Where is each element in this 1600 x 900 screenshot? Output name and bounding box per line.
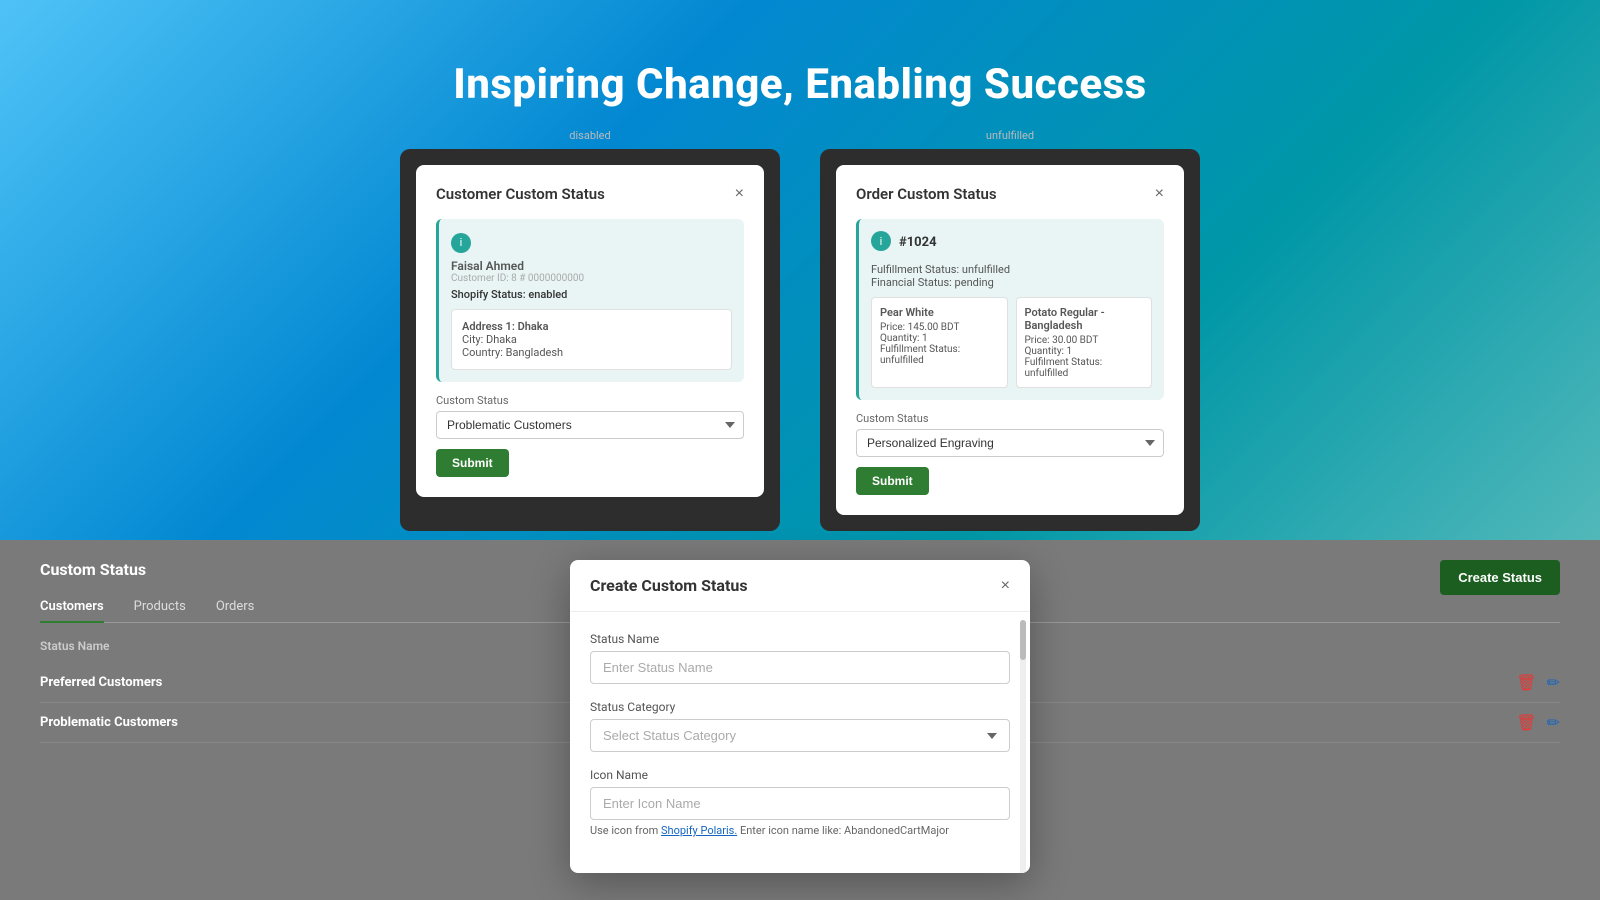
order-info-icon: i [871, 231, 891, 251]
customer-modal-inner: Customer Custom Status × i Faisal Ahmed … [416, 165, 764, 497]
order-modal-card: unfulfilled Order Custom Status × i #102… [820, 149, 1200, 531]
order-item-1: Pear White Price: 145.00 BDT Quantity: 1… [871, 297, 1008, 388]
order-number: #1024 [899, 235, 937, 250]
scrollbar [1020, 620, 1026, 873]
customer-custom-status-label: Custom Status [436, 394, 744, 407]
scroll-thumb [1020, 620, 1026, 660]
order-item-2-fulfillment: Fulfilment Status: unfulfilled [1025, 357, 1144, 379]
order-modal-close-button[interactable]: × [1155, 185, 1164, 203]
order-item-2-qty: Quantity: 1 [1025, 346, 1144, 357]
bottom-inner: Custom Status Create Status Customers Pr… [0, 540, 1600, 900]
customer-address-box: Address 1: Dhaka City: Dhaka Country: Ba… [451, 309, 732, 370]
order-financial-status: Financial Status: pending [871, 276, 1152, 289]
icon-name-input[interactable] [590, 787, 1010, 820]
bottom-section: Custom Status Create Status Customers Pr… [0, 540, 1600, 900]
address-city: City: Dhaka [462, 333, 721, 346]
customer-modal-bg-label: disabled [569, 129, 610, 142]
status-name-group: Status Name [590, 632, 1010, 684]
icon-name-group: Icon Name Use icon from Shopify Polaris.… [590, 768, 1010, 837]
order-fulfillment-status: Fulfillment Status: unfulfilled [871, 263, 1152, 276]
address-title: Address 1: Dhaka [462, 320, 721, 333]
create-modal-close-button[interactable]: × [1001, 577, 1010, 595]
cards-row: disabled Customer Custom Status × i Fais… [0, 149, 1600, 531]
icon-hint-suffix: Enter icon name like: AbandonedCartMajor [740, 824, 949, 837]
shopify-polaris-link[interactable]: Shopify Polaris. [661, 824, 737, 837]
order-item-2-name: Potato Regular - Bangladesh [1025, 306, 1144, 332]
create-modal-overlay: Create Custom Status × Status Name Statu… [0, 540, 1600, 900]
customer-name: Faisal Ahmed [451, 259, 732, 273]
status-category-select[interactable]: Select Status Category [590, 719, 1010, 752]
status-category-group: Status Category Select Status Category [590, 700, 1010, 752]
customer-modal-title: Customer Custom Status [436, 185, 605, 203]
customer-info-icon: i [451, 233, 471, 253]
order-item-2-price: Price: 30.00 BDT [1025, 335, 1144, 346]
customer-modal-header: Customer Custom Status × [436, 185, 744, 203]
icon-hint-prefix: Use icon from [590, 824, 658, 837]
order-item-1-qty: Quantity: 1 [880, 333, 999, 344]
order-modal-inner: Order Custom Status × i #1024 Fulfillmen… [836, 165, 1184, 515]
create-modal-header: Create Custom Status × [570, 560, 1030, 612]
address-country: Country: Bangladesh [462, 346, 721, 359]
customer-id: Customer ID: 8 # 0000000000 [451, 273, 732, 284]
create-modal-body: Status Name Status Category Select Statu… [570, 612, 1030, 873]
order-item-1-price: Price: 145.00 BDT [880, 322, 999, 333]
create-modal: Create Custom Status × Status Name Statu… [570, 560, 1030, 873]
status-category-label: Status Category [590, 700, 1010, 714]
status-name-input[interactable] [590, 651, 1010, 684]
customer-info-box: i Faisal Ahmed Customer ID: 8 # 00000000… [436, 219, 744, 382]
customer-custom-status-select[interactable]: Problematic Customers [436, 411, 744, 439]
icon-hint: Use icon from Shopify Polaris. Enter ico… [590, 824, 1010, 837]
order-info-box: i #1024 Fulfillment Status: unfulfilled … [856, 219, 1164, 400]
customer-modal-close-button[interactable]: × [735, 185, 744, 203]
shopify-status: Shopify Status: enabled [451, 288, 732, 301]
order-item-1-fulfillment: Fulfillment Status: unfulfilled [880, 344, 999, 366]
order-modal-title: Order Custom Status [856, 185, 997, 203]
icon-name-label: Icon Name [590, 768, 1010, 782]
customer-modal-card: disabled Customer Custom Status × i Fais… [400, 149, 780, 531]
order-items-row: Pear White Price: 145.00 BDT Quantity: 1… [871, 297, 1152, 388]
order-custom-status-select[interactable]: Personalized Engraving [856, 429, 1164, 457]
create-modal-title: Create Custom Status [590, 576, 748, 595]
order-submit-button[interactable]: Submit [856, 467, 929, 495]
order-modal-header: Order Custom Status × [856, 185, 1164, 203]
order-modal-bg-label: unfulfilled [986, 129, 1034, 142]
top-section: Inspiring Change, Enabling Success [0, 0, 1600, 149]
customer-submit-button[interactable]: Submit [436, 449, 509, 477]
order-item-1-name: Pear White [880, 306, 999, 319]
page-title: Inspiring Change, Enabling Success [0, 60, 1600, 109]
order-custom-status-label: Custom Status [856, 412, 1164, 425]
order-item-2: Potato Regular - Bangladesh Price: 30.00… [1016, 297, 1153, 388]
status-name-label: Status Name [590, 632, 1010, 646]
